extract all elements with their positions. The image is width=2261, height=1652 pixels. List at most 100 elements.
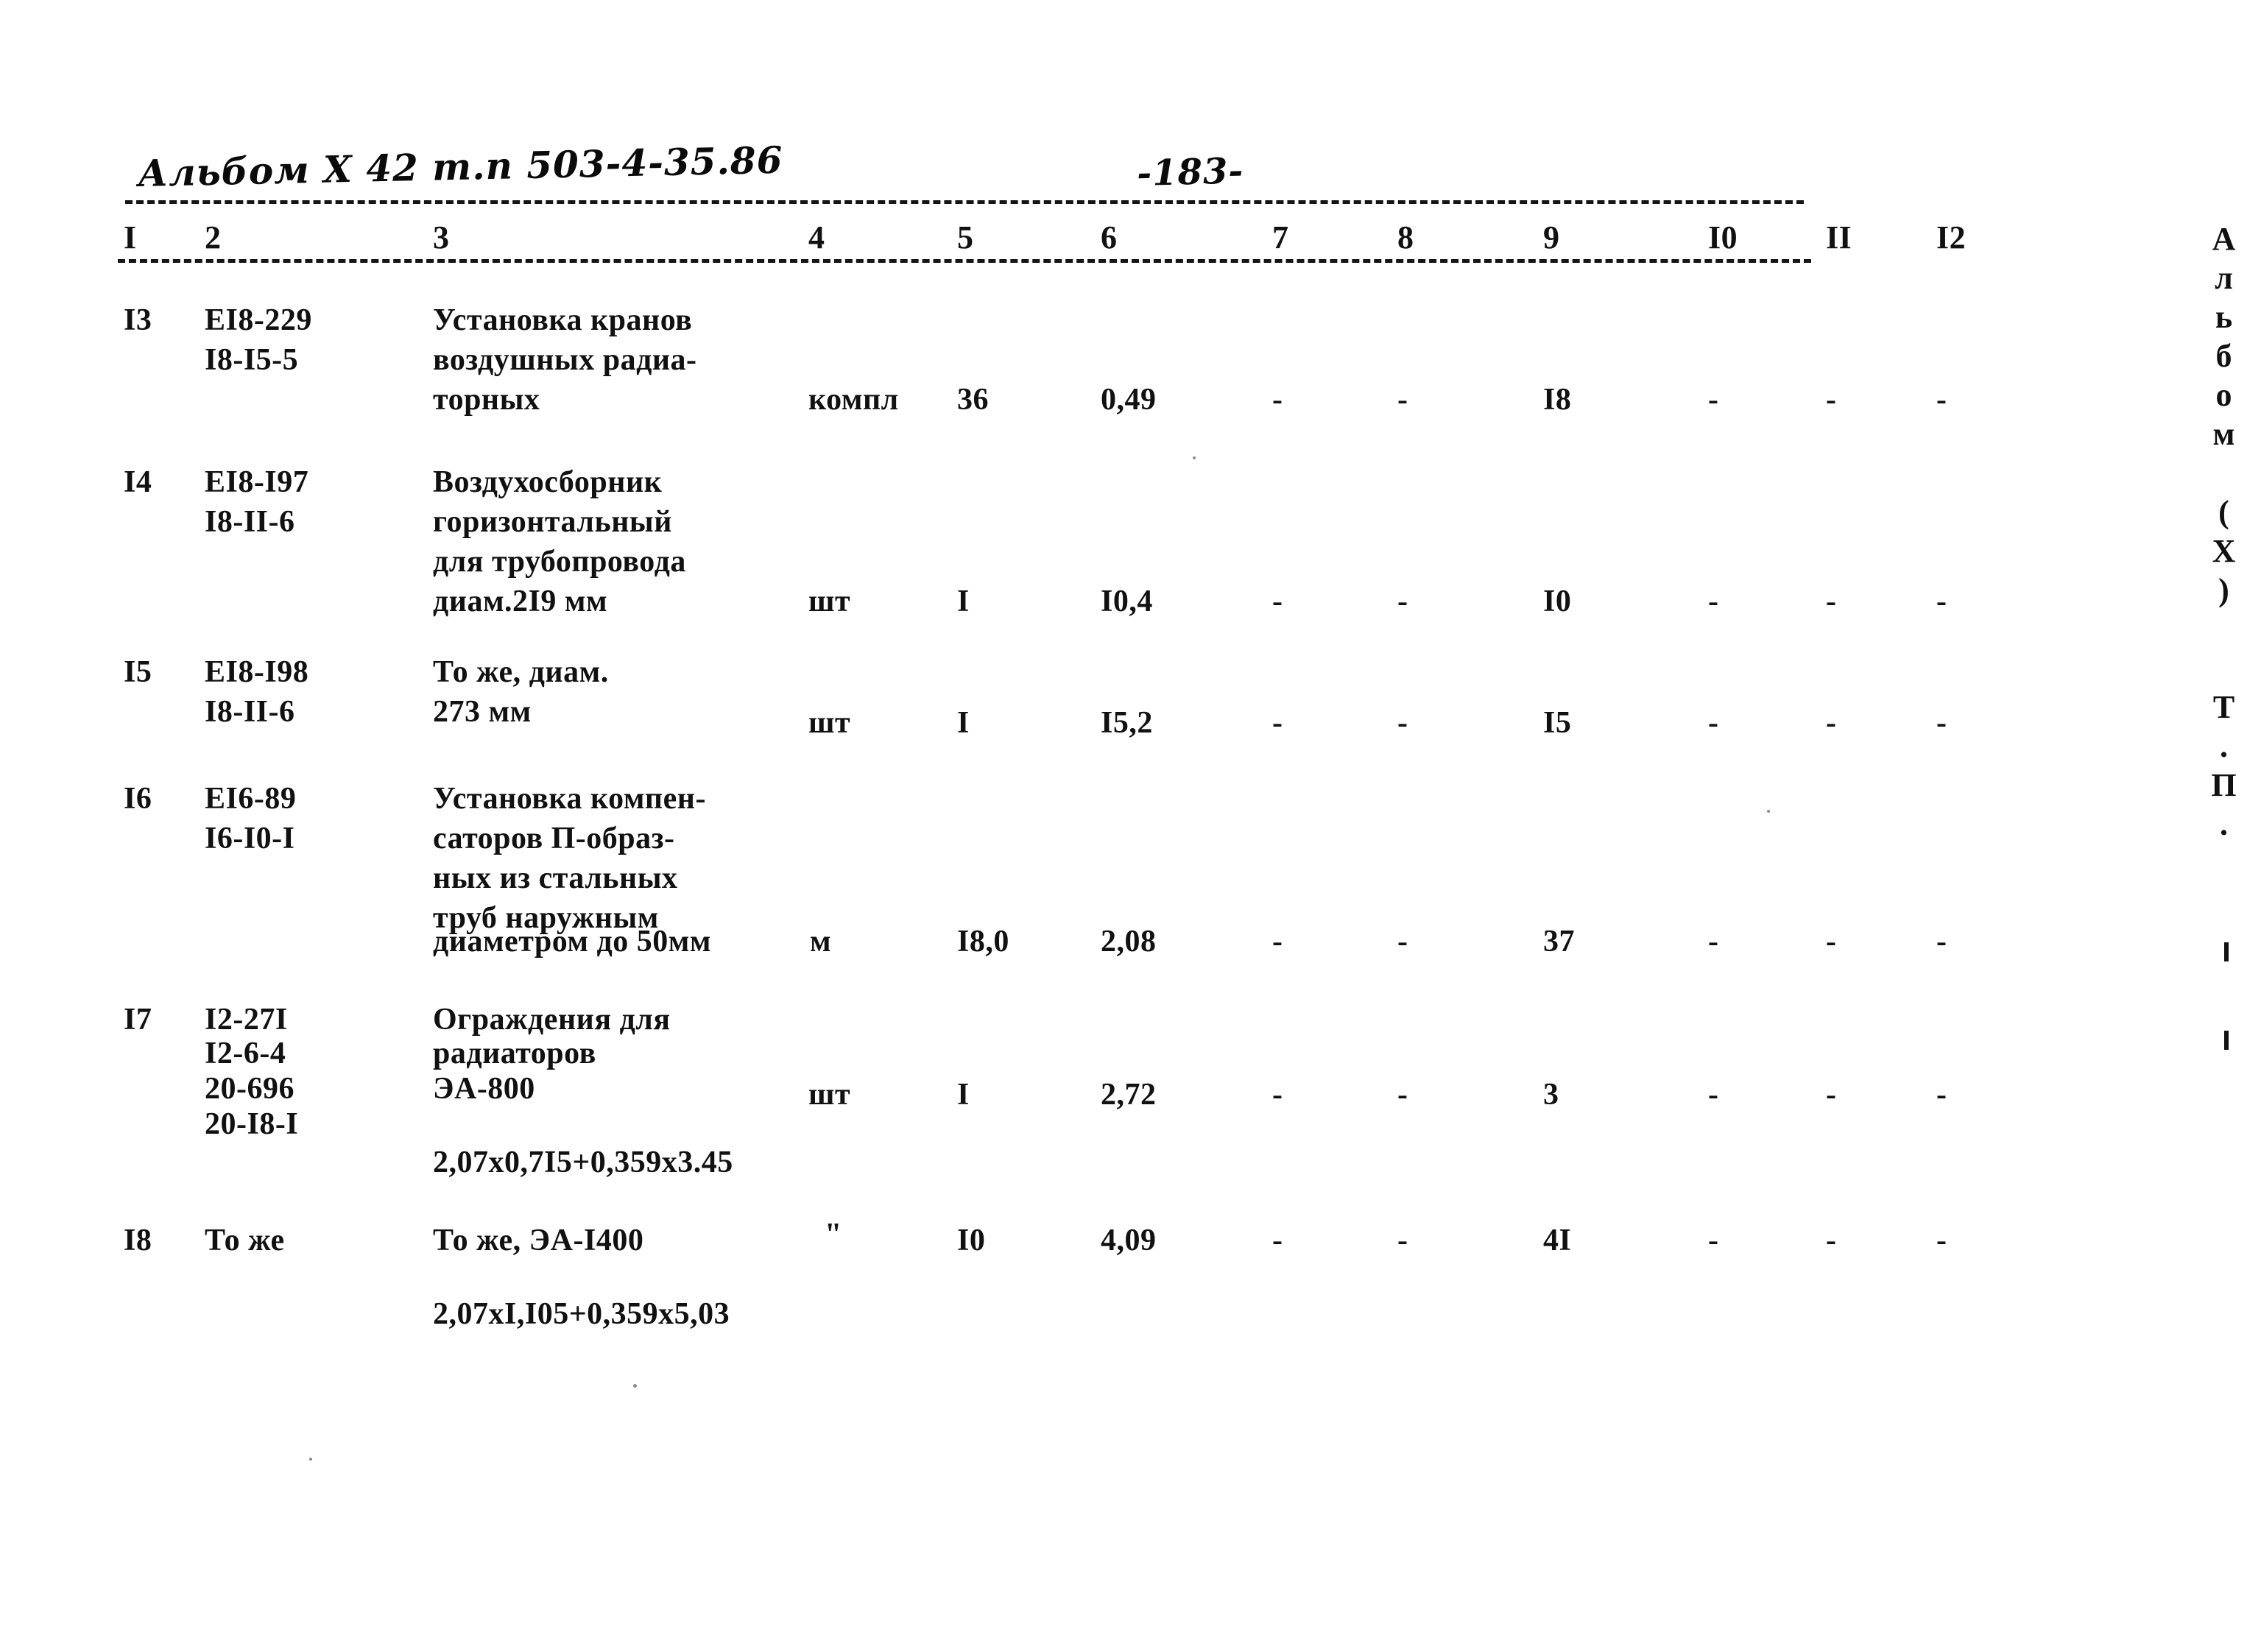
- column-header-1: I: [124, 219, 137, 255]
- table-row-col10: -: [1708, 925, 1719, 959]
- table-row-col6: 4,09: [1101, 1224, 1157, 1257]
- table-row-col8: -: [1397, 383, 1408, 417]
- table-row-qty: 36: [957, 383, 989, 417]
- table-row-description: Установка кранов: [433, 303, 693, 337]
- table-row-no: I3: [124, 303, 152, 337]
- table-row-col7: -: [1272, 706, 1283, 740]
- table-row-col12: -: [1936, 706, 1947, 740]
- table-row-col10: -: [1708, 706, 1719, 740]
- table-row-col6: I0,4: [1101, 585, 1153, 618]
- table-row-col11: -: [1826, 1078, 1837, 1112]
- table-row-col11: -: [1826, 925, 1837, 959]
- table-row-col9: 3: [1543, 1078, 1559, 1112]
- table-row-col6: 2,72: [1101, 1078, 1157, 1112]
- table-row-col9: 4I: [1543, 1224, 1572, 1257]
- table-row-description: диам.2I9 мм: [433, 585, 608, 618]
- table-row-col10: -: [1708, 383, 1719, 417]
- table-row-code-line: EI8-229: [205, 303, 312, 337]
- table-row-col8: -: [1397, 1224, 1408, 1257]
- table-row-description: Воздухосборник: [433, 465, 663, 499]
- table-row-col9: 37: [1543, 925, 1575, 959]
- table-row-qty: I: [957, 1078, 970, 1112]
- table-row-qty: I8,0: [957, 925, 1009, 959]
- table-row-description: диаметром до 50мм: [433, 925, 711, 959]
- table-row-code-line: EI8-I98: [205, 655, 309, 689]
- table-row-no: I6: [124, 782, 152, 816]
- column-header-7: 7: [1272, 219, 1289, 255]
- table-row-col11: -: [1826, 706, 1837, 740]
- table-row-col8: -: [1397, 706, 1408, 740]
- table-row-description: саторов П-образ-: [433, 822, 675, 855]
- table-row-col8: -: [1397, 585, 1408, 618]
- table-row-description: ЭА-800: [433, 1072, 535, 1106]
- work-items-table: I 2 3 4 5 6 7 8 9 I0 II I2 I3 EI8-229 I8…: [0, 0, 2261, 1652]
- table-row-col10: -: [1708, 1224, 1719, 1257]
- column-header-8: 8: [1397, 219, 1414, 255]
- table-row-description: торных: [433, 383, 540, 417]
- table-row-description: ных из стальных: [433, 861, 678, 895]
- column-header-5: 5: [957, 219, 974, 255]
- table-row-col6: I5,2: [1101, 706, 1153, 740]
- table-row-dimensions: 2,07xI,I05+0,359x5,03: [433, 1297, 730, 1331]
- table-row-code-line: EI6-89: [205, 782, 297, 816]
- table-row-qty: I: [957, 706, 970, 740]
- table-row-dimensions: 2,07x0,7I5+0,359x3.45: [433, 1146, 733, 1179]
- table-row-col11: -: [1826, 585, 1837, 618]
- scan-speck: [633, 1384, 637, 1388]
- column-header-10: I0: [1708, 219, 1738, 255]
- table-row-unit: шт: [808, 1078, 851, 1112]
- column-header-11: II: [1826, 219, 1852, 255]
- column-header-9: 9: [1543, 219, 1560, 255]
- table-row-col8: -: [1397, 925, 1408, 959]
- table-row-code-line: I8-II-6: [205, 505, 295, 539]
- table-row-col11: -: [1826, 1224, 1837, 1257]
- table-row-col7: -: [1272, 1078, 1283, 1112]
- table-row-col6: 2,08: [1101, 925, 1157, 959]
- column-header-2: 2: [205, 219, 222, 255]
- table-row-col12: -: [1936, 1224, 1947, 1257]
- table-row-code-line: I8-I5-5: [205, 343, 299, 377]
- table-row-col11: -: [1826, 383, 1837, 417]
- table-row-unit: шт: [808, 585, 851, 618]
- table-row-col7: -: [1272, 1224, 1283, 1257]
- table-row-code-line: I8-II-6: [205, 695, 295, 729]
- column-header-6: 6: [1101, 219, 1118, 255]
- table-row-qty: I: [957, 585, 970, 618]
- column-header-3: 3: [433, 219, 450, 255]
- table-row-col9: I8: [1543, 383, 1572, 417]
- table-row-description: То же, ЭА-I400: [433, 1224, 644, 1257]
- table-row-description: То же, диам.: [433, 655, 609, 689]
- table-row-unit: м: [810, 925, 832, 959]
- column-header-4: 4: [808, 219, 825, 255]
- table-row-description: радиаторов: [433, 1037, 596, 1070]
- table-row-no: I7: [124, 1003, 152, 1037]
- table-row-col6: 0,49: [1101, 383, 1157, 417]
- table-row-unit: шт: [808, 706, 851, 740]
- table-row-col7: -: [1272, 585, 1283, 618]
- table-row-description: 273 мм: [433, 695, 532, 729]
- table-row-unit: компл: [808, 383, 899, 417]
- table-row-no: I4: [124, 465, 152, 499]
- table-row-col10: -: [1708, 1078, 1719, 1112]
- margin-dash-mark: [2224, 942, 2229, 961]
- table-row-no: I8: [124, 1224, 152, 1257]
- scan-speck: [1767, 810, 1770, 813]
- table-row-unit: ": [825, 1218, 842, 1252]
- column-header-12: I2: [1936, 219, 1967, 255]
- table-row-col10: -: [1708, 585, 1719, 618]
- table-row-qty: I0: [957, 1224, 986, 1257]
- table-row-description: воздушных радиа-: [433, 343, 697, 377]
- table-row-code-line: I2-6-4: [205, 1037, 286, 1070]
- table-row-col8: -: [1397, 1078, 1408, 1112]
- table-row-description: Установка компен-: [433, 782, 706, 816]
- table-row-col9: I0: [1543, 585, 1572, 618]
- table-row-code-line: I6-I0-I: [205, 822, 295, 855]
- table-row-description: горизонтальный: [433, 505, 672, 539]
- table-row-col12: -: [1936, 383, 1947, 417]
- document-page: Альбом X 42 т.п 503-4-35.86 -183- I 2 3 …: [0, 0, 2261, 1652]
- table-row-col12: -: [1936, 585, 1947, 618]
- margin-album-label: Альбом (Х) Т.П.: [2206, 221, 2242, 845]
- table-row-col7: -: [1272, 383, 1283, 417]
- scan-speck: [309, 1458, 312, 1461]
- table-row-no: I5: [124, 655, 152, 689]
